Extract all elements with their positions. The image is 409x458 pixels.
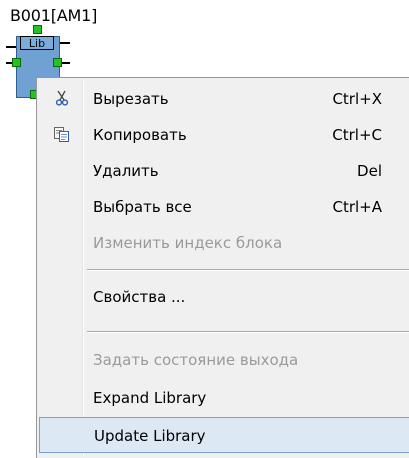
menu-item-cut[interactable]: Вырезать Ctrl+X bbox=[39, 81, 409, 117]
menu-item-shortcut: Ctrl+X bbox=[332, 90, 382, 108]
menu-item-label: Свойства ... bbox=[93, 288, 186, 306]
block-name-label: B001[AM1] bbox=[10, 6, 98, 25]
menu-item-label: Задать состояние выхода bbox=[93, 351, 299, 369]
scissors-icon bbox=[53, 89, 71, 107]
block-pin-left[interactable] bbox=[12, 58, 21, 67]
menu-item-update-library[interactable]: Update Library bbox=[39, 417, 409, 453]
menu-item-shortcut: Ctrl+C bbox=[332, 126, 382, 144]
menu-item-label: Вырезать bbox=[93, 90, 169, 108]
menu-item-label: Update Library bbox=[94, 427, 206, 445]
block-pin-right[interactable] bbox=[53, 58, 62, 67]
menu-item-shortcut: Ctrl+A bbox=[332, 198, 382, 216]
block-pin-top[interactable] bbox=[33, 25, 42, 34]
menu-item-label: Изменить индекс блока bbox=[93, 234, 283, 252]
menu-separator bbox=[87, 331, 409, 333]
menu-item-shortcut: Del bbox=[357, 162, 382, 180]
diagram-canvas[interactable]: B001[AM1] Lib Вырезать Ctrl+X Копировать… bbox=[0, 0, 409, 458]
block-type-label: Lib bbox=[20, 36, 54, 50]
menu-item-copy[interactable]: Копировать Ctrl+C bbox=[39, 117, 409, 153]
menu-item-label: Expand Library bbox=[93, 389, 207, 407]
menu-separator bbox=[87, 269, 409, 271]
copy-icon bbox=[53, 125, 71, 143]
menu-item-select-all[interactable]: Выбрать все Ctrl+A bbox=[39, 189, 409, 225]
menu-item-change-block-index: Изменить индекс блока bbox=[39, 225, 409, 261]
menu-item-properties[interactable]: Свойства ... bbox=[39, 279, 409, 315]
context-menu: Вырезать Ctrl+X Копировать Ctrl+C Удалит… bbox=[36, 77, 409, 458]
menu-item-label: Копировать bbox=[93, 126, 187, 144]
menu-item-label: Выбрать все bbox=[93, 198, 192, 216]
menu-item-delete[interactable]: Удалить Del bbox=[39, 153, 409, 189]
menu-item-label: Удалить bbox=[93, 162, 159, 180]
menu-item-expand-library[interactable]: Expand Library bbox=[39, 380, 409, 416]
menu-item-set-output-state: Задать состояние выхода bbox=[39, 342, 409, 378]
